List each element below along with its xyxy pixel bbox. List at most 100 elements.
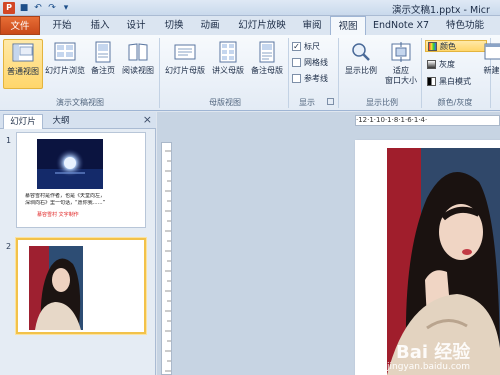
close-panel-icon[interactable]: × — [143, 114, 152, 126]
new-window-label: 新建 — [483, 66, 500, 75]
ribbon-separator — [159, 38, 160, 108]
zoom-label: 显示比例 — [345, 66, 377, 75]
ribbon-separator — [288, 38, 289, 108]
tab-features[interactable]: 特色功能 — [438, 16, 492, 35]
guides-checkbox-row[interactable]: 参考线 — [292, 73, 328, 84]
grayscale-swatch-icon — [427, 59, 436, 69]
title-bar: P ■ ↶ ↷ ▾ 演示文稿1.pptx - Micr — [0, 0, 500, 16]
color-label: 颜色 — [440, 41, 456, 51]
slide-master-label: 幻灯片母版 — [165, 66, 205, 75]
notes-page-label: 备注页 — [91, 66, 115, 75]
slide-1-signature: 慕容雪村 文字制作 — [37, 212, 79, 218]
group-label-show: 显示 — [299, 98, 315, 107]
normal-view-icon — [12, 43, 34, 62]
ruler-label: 标尺 — [304, 42, 320, 51]
color-mode-button[interactable]: 颜色 — [425, 40, 487, 52]
powerpoint-app-icon[interactable]: P — [3, 2, 15, 14]
slide-sorter-button[interactable]: 幻灯片浏览 — [44, 39, 86, 89]
slides-panel: 幻灯片 大纲 × 1 慕容雪村是作者，也是《天堂向左， 深圳向右》里一句话，“愿… — [0, 112, 156, 375]
new-window-button[interactable]: 新建 — [483, 39, 500, 89]
new-window-icon — [484, 43, 500, 60]
gridlines-checkbox[interactable] — [292, 58, 301, 67]
show-dialog-launcher-icon[interactable] — [327, 98, 334, 105]
slide-sorter-label: 幻灯片浏览 — [45, 66, 85, 75]
gridlines-checkbox-row[interactable]: 网格线 — [292, 57, 328, 68]
portrait-photo — [29, 246, 83, 330]
reading-view-icon — [128, 43, 148, 61]
tab-file[interactable]: 文件 — [0, 16, 40, 35]
black-white-button[interactable]: 黑白模式 — [425, 75, 487, 87]
customize-icon[interactable]: ▾ — [60, 2, 72, 14]
ribbon-separator — [421, 38, 422, 108]
notes-master-label: 备注母版 — [251, 66, 283, 75]
handout-master-label: 讲义母版 — [212, 66, 244, 75]
normal-view-button[interactable]: 普通视图 — [3, 39, 43, 89]
fit-label-2: 窗口大小 — [385, 76, 417, 85]
grayscale-button[interactable]: 灰度 — [425, 58, 487, 70]
slide-sorter-icon — [54, 42, 76, 61]
ribbon-view: 普通视图 幻灯片浏览 备注页 阅读视图 演示文稿视图 幻灯片母版 讲义母版 备注… — [0, 35, 500, 111]
notes-page-icon — [95, 41, 111, 63]
tab-slides[interactable]: 幻灯片 — [3, 114, 43, 129]
tab-view[interactable]: 视图 — [330, 16, 366, 36]
vertical-ruler-ticks — [165, 150, 171, 372]
tab-insert[interactable]: 插入 — [82, 16, 118, 35]
black-white-label: 黑白模式 — [439, 76, 471, 86]
save-icon[interactable]: ■ — [18, 2, 30, 14]
notes-master-button[interactable]: 备注母版 — [248, 39, 286, 89]
redo-icon[interactable]: ↷ — [46, 2, 58, 14]
ribbon-separator — [338, 38, 339, 108]
slide-thumbnail-2[interactable] — [16, 238, 146, 334]
tab-review[interactable]: 审阅 — [296, 16, 328, 35]
ribbon-tab-row: 文件 开始 插入 设计 切换 动画 幻灯片放映 审阅 视图 EndNote X7… — [0, 16, 500, 36]
zoom-button[interactable]: 显示比例 — [342, 39, 380, 89]
fit-to-window-button[interactable]: 适应 窗口大小 — [382, 39, 420, 89]
tab-animations[interactable]: 动画 — [192, 16, 228, 35]
slide-1-text-line2: 深圳向右》里一句话，“愿你我……” — [25, 200, 106, 206]
slide-master-button[interactable]: 幻灯片母版 — [162, 39, 208, 89]
black-white-swatch-icon — [427, 76, 436, 86]
guides-checkbox[interactable] — [292, 74, 301, 83]
notes-master-icon — [259, 41, 275, 63]
grayscale-label: 灰度 — [439, 59, 455, 69]
slide-number: 2 — [6, 242, 12, 251]
horizontal-ruler[interactable]: ·12·1·10·1·8·1·6·1·4· — [355, 115, 500, 126]
reading-view-label: 阅读视图 — [122, 66, 154, 75]
slide-master-icon — [174, 44, 196, 60]
tab-endnote[interactable]: EndNote X7 — [370, 16, 432, 35]
fit-label-1: 适应 — [393, 66, 409, 75]
tab-slideshow[interactable]: 幻灯片放映 — [232, 16, 292, 35]
baidu-watermark-logo: Bai 经验 — [396, 342, 471, 363]
slide-editing-area: ·12·1·10·1·8·1·6·1·4· Bai 经验 jingyan.bai… — [157, 112, 500, 375]
reading-view-button[interactable]: 阅读视图 — [119, 39, 157, 89]
baidu-watermark-url: jingyan.baidu.com — [387, 362, 471, 372]
ruler-checkbox-row[interactable]: ✓ 标尺 — [292, 41, 320, 52]
group-label-color: 颜色/灰度 — [437, 98, 473, 107]
tab-design[interactable]: 设计 — [118, 16, 154, 35]
vertical-ruler[interactable] — [161, 142, 172, 375]
tab-transitions[interactable]: 切换 — [156, 16, 192, 35]
tab-outline[interactable]: 大纲 — [46, 114, 76, 129]
slide-thumbnail-1[interactable]: 慕容雪村是作者，也是《天堂向左， 深圳向右》里一句话，“愿你我……” 慕容雪村 … — [16, 132, 146, 228]
handout-master-button[interactable]: 讲义母版 — [209, 39, 247, 89]
slide-number: 1 — [6, 136, 12, 145]
color-swatch-icon — [428, 41, 437, 51]
quick-access-toolbar: ■ ↶ ↷ ▾ — [18, 1, 72, 15]
group-label-master-views: 母版视图 — [209, 98, 241, 107]
window-title: 演示文稿1.pptx - Micr — [392, 5, 490, 16]
undo-icon[interactable]: ↶ — [32, 2, 44, 14]
magnifier-icon — [352, 43, 370, 61]
group-label-presentation-views: 演示文稿视图 — [56, 98, 104, 107]
normal-view-label: 普通视图 — [7, 67, 39, 76]
gridlines-label: 网格线 — [304, 58, 328, 67]
fit-window-icon — [391, 42, 411, 62]
moon-night-image — [37, 139, 103, 189]
slide-1-text-line1: 慕容雪村是作者，也是《天堂向左， — [25, 193, 106, 199]
notes-page-button[interactable]: 备注页 — [88, 39, 118, 89]
tab-home[interactable]: 开始 — [44, 16, 80, 35]
guides-label: 参考线 — [304, 74, 328, 83]
ruler-checkbox[interactable]: ✓ — [292, 42, 301, 51]
panel-tabs: 幻灯片 大纲 × — [0, 112, 156, 129]
handout-master-icon — [219, 41, 237, 63]
group-label-zoom: 显示比例 — [366, 98, 398, 107]
